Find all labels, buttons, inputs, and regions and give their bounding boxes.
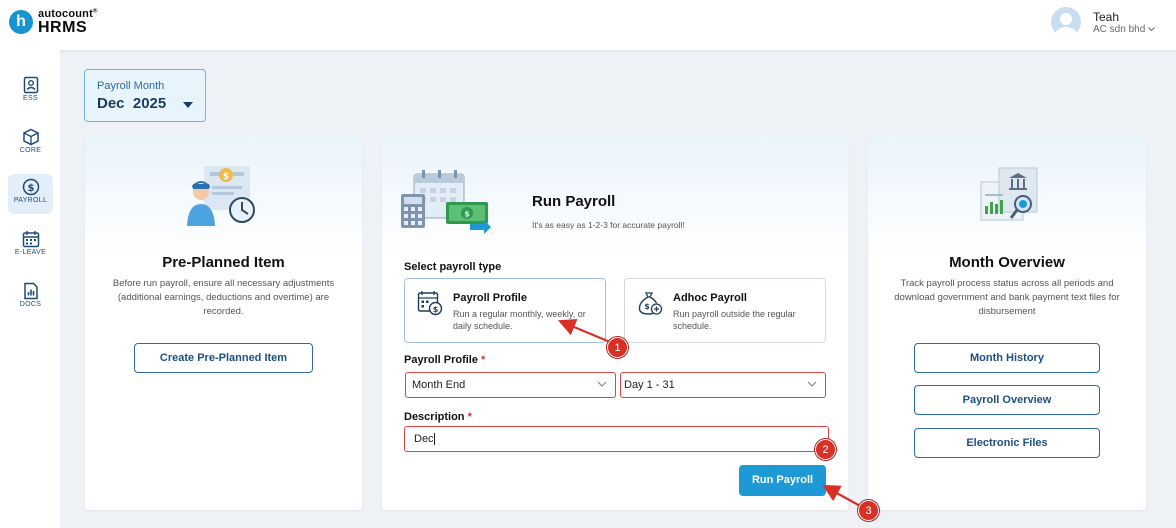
user-avatar[interactable] [1051,7,1081,37]
svg-text:$: $ [223,172,229,182]
chevron-down-icon [597,381,607,387]
description-label-text: Description [404,411,465,423]
pre-planned-card: $ Pre-Planned Item Before run payroll, e… [85,136,362,510]
payroll-profile-option-description: Run a regular monthly, weekly, or daily … [453,309,586,331]
money-bag-icon: $ [638,292,663,315]
required-asterisk: * [467,411,472,423]
calendar-dollar-icon: $ [417,291,443,316]
sidebar-item-ess[interactable]: ESS [8,72,53,112]
sidebar: ESS CORE $ PAYROLL E-LEAVE DOCS [0,50,60,528]
top-bar: h autocount® HRMS Teah AC sdn bhd [0,0,1176,50]
svg-text:$: $ [27,183,34,194]
required-asterisk: * [481,354,486,366]
run-payroll-subtitle: It's as easy as 1-2-3 for accurate payro… [532,220,685,230]
adhoc-payroll-option-description: Run payroll outside the regular schedule… [673,309,796,331]
electronic-files-button[interactable]: Electronic Files [914,428,1100,458]
svg-text:$: $ [464,210,470,219]
sidebar-item-label: E-LEAVE [14,249,47,256]
sidebar-item-label: ESS [23,95,38,102]
chevron-down-icon [1148,27,1155,32]
month-history-button[interactable]: Month History [914,343,1100,373]
select-payroll-type-label: Select payroll type [404,261,502,273]
logo-wordmark: HRMS [38,19,88,36]
month-overview-card: Month Overview Track payroll process sta… [868,136,1146,510]
company-selector[interactable]: AC sdn bhd [1093,24,1155,35]
run-payroll-title: Run Payroll [532,193,616,210]
pre-planned-title: Pre-Planned Item [162,254,285,271]
text-cursor [433,433,435,446]
caret-down-icon [183,102,193,108]
step-badge-1: 1 [607,337,628,358]
month-overview-description: Track payroll process status across all … [894,278,1120,317]
month-overview-title: Month Overview [949,254,1065,271]
description-input-value: Dec [414,433,434,445]
sidebar-item-e-leave[interactable]: E-LEAVE [8,226,53,266]
create-pre-planned-item-button[interactable]: Create Pre-Planned Item [134,343,313,373]
payroll-month-label: Payroll Month [97,80,165,92]
company-name: AC sdn bhd [1093,24,1146,35]
sidebar-item-label: PAYROLL [13,197,48,204]
sidebar-item-docs[interactable]: DOCS [8,278,53,318]
document-chart-icon [23,282,38,300]
payroll-profile-label-text: Payroll Profile [404,354,478,366]
chevron-down-icon [807,381,817,387]
cube-icon [22,128,39,146]
payroll-profile-select[interactable]: Month End [405,372,616,398]
payroll-profile-option-title: Payroll Profile [453,292,527,304]
adhoc-payroll-option-title: Adhoc Payroll [673,292,747,304]
calendar-icon [22,231,39,248]
sidebar-item-label: CORE [19,147,42,154]
run-payroll-button[interactable]: Run Payroll [739,465,826,496]
payroll-calendar-illustration: $ [401,170,491,234]
sidebar-item-core[interactable]: CORE [8,124,53,164]
payroll-profile-value: Month End [412,379,466,391]
payroll-profile-label: Payroll Profile * [404,354,485,366]
payroll-period-select[interactable]: Day 1 - 31 [620,372,826,398]
employee-payment-illustration: $ [187,166,255,226]
description-input[interactable]: Dec [404,426,829,452]
adhoc-payroll-option[interactable]: $ Adhoc Payroll Run payroll outside the … [624,278,826,343]
payroll-profile-option[interactable]: $ Payroll Profile Run a regular monthly,… [404,278,606,343]
sidebar-item-payroll[interactable]: $ PAYROLL [8,174,53,214]
run-payroll-card: $ Run Payroll It's as easy as 1-2-3 for … [382,136,848,510]
step-badge-2: 2 [815,439,836,460]
payroll-overview-button[interactable]: Payroll Overview [914,385,1100,415]
payroll-month-value: Dec 2025 [97,95,167,112]
dollar-circle-icon: $ [22,178,39,196]
svg-text:$: $ [644,302,650,311]
step-badge-3: 3 [858,500,879,521]
user-name[interactable]: Teah [1093,10,1119,24]
payroll-month-selector[interactable]: Payroll Month Dec 2025 [84,69,206,122]
description-label: Description * [404,411,472,423]
registered-mark: ® [92,8,98,15]
logo-icon[interactable]: h [9,10,33,34]
sidebar-item-label: DOCS [19,301,42,308]
payroll-period-value: Day 1 - 31 [624,379,675,391]
svg-text:$: $ [433,305,439,314]
report-overview-illustration [980,167,1038,221]
pre-planned-description: Before run payroll, ensure all necessary… [112,278,335,317]
user-card-icon [23,76,38,94]
